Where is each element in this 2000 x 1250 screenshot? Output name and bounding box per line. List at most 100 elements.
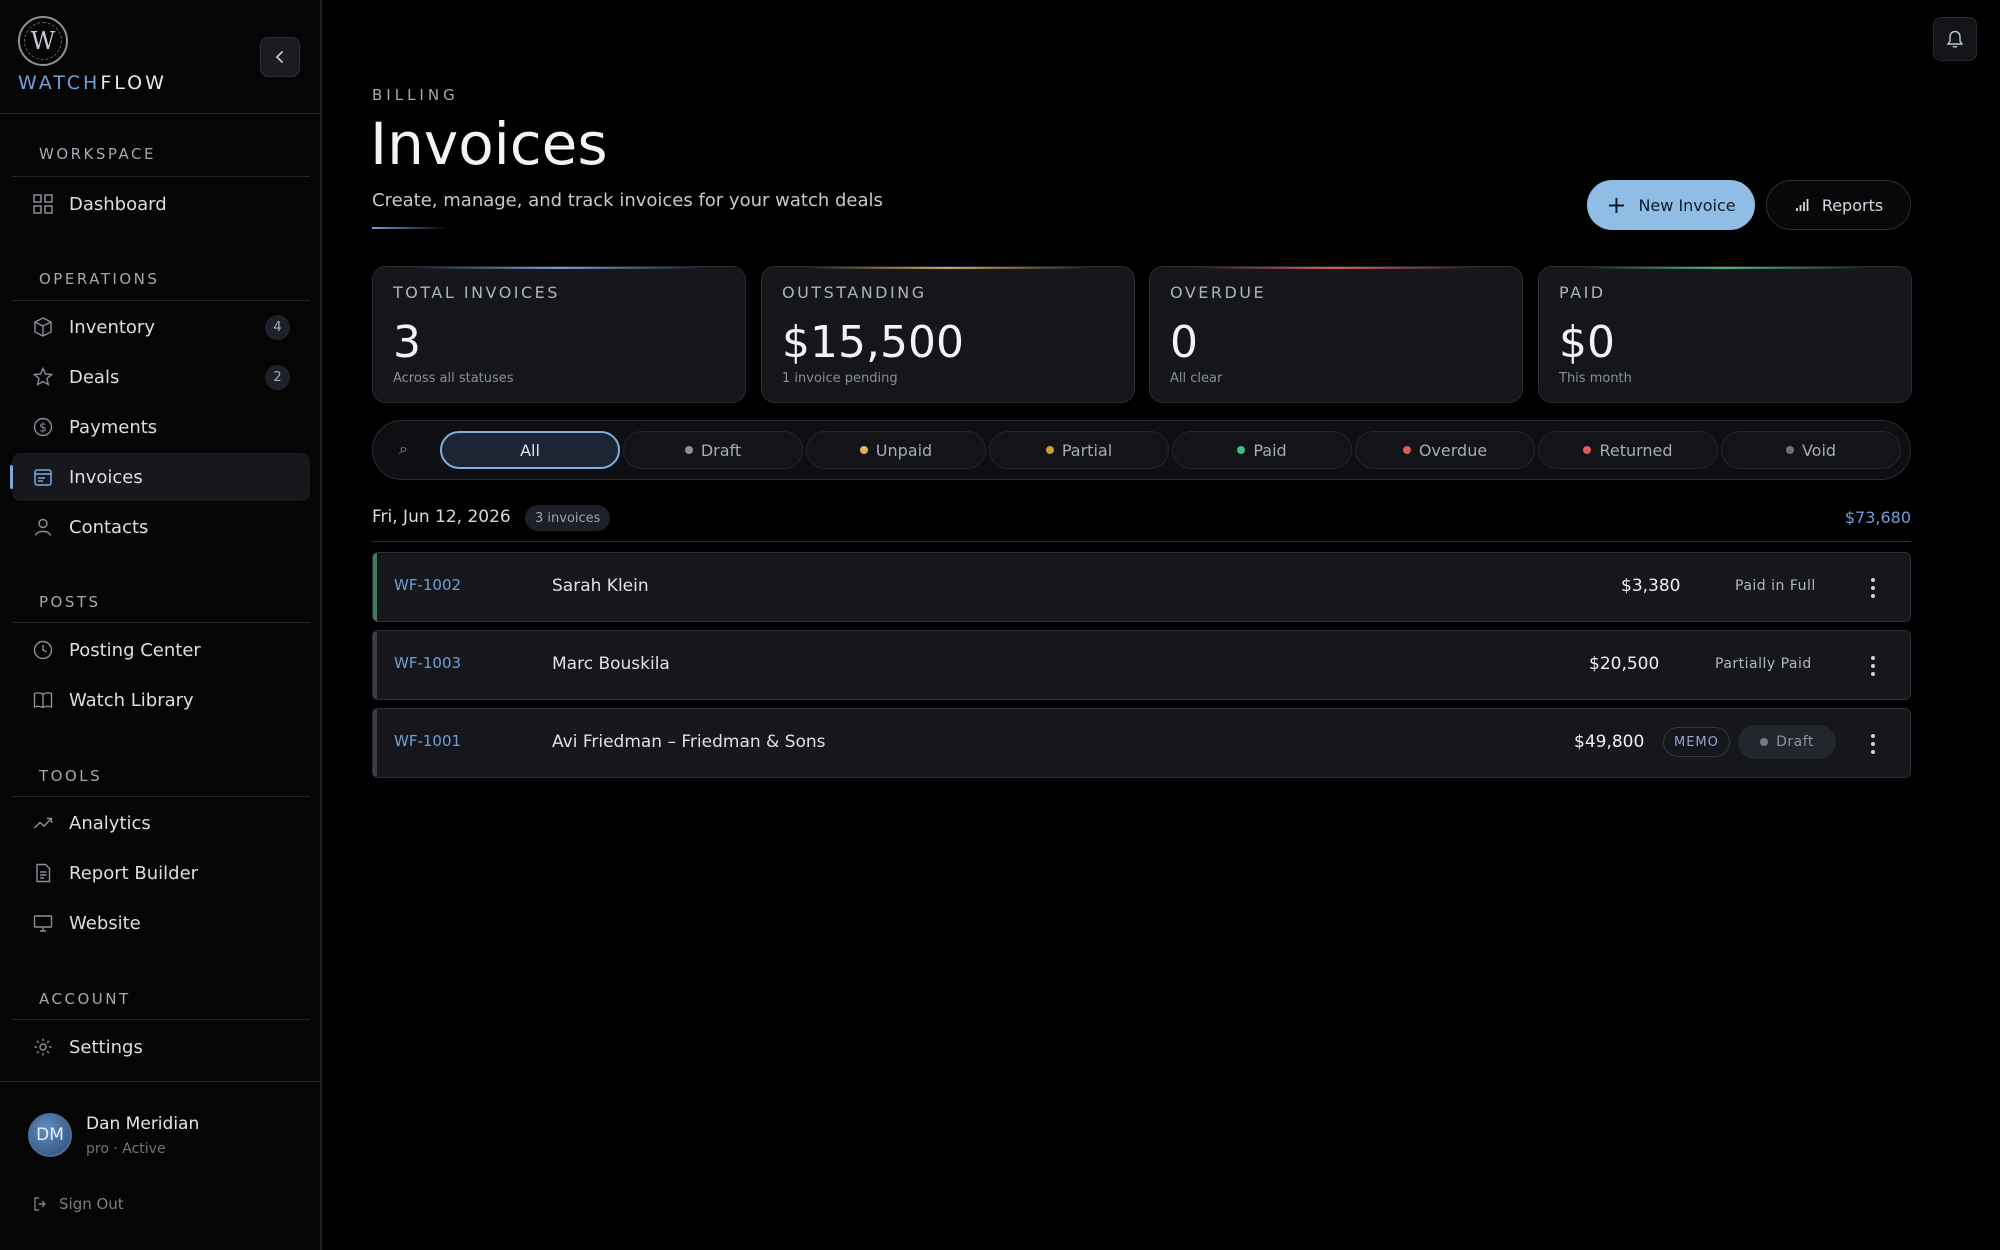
count-badge: 2 (265, 365, 290, 390)
sign-out-link[interactable]: Sign Out (33, 1195, 124, 1213)
invoice-id-link[interactable]: WF-1002 (394, 576, 461, 594)
new-invoice-button[interactable]: + New Invoice (1587, 180, 1755, 230)
filter-label: Returned (1599, 440, 1673, 460)
sidebar-item-deals[interactable]: Deals 2 (12, 353, 310, 401)
divider (12, 176, 310, 177)
section-title-tools: TOOLS (39, 767, 103, 785)
invoice-id-link[interactable]: WF-1001 (394, 732, 461, 750)
sidebar-item-label: Website (69, 912, 141, 934)
collapse-sidebar-button[interactable] (260, 37, 300, 77)
watchflow-logo: W (18, 16, 68, 66)
brand-name-part2: FLOW (100, 72, 167, 94)
stat-card-overdue: OVERDUE 0 All clear (1149, 266, 1523, 403)
stat-note: All clear (1170, 371, 1223, 386)
sidebar-item-contacts[interactable]: Contacts (12, 503, 310, 551)
sidebar-item-watch-library[interactable]: Watch Library (12, 676, 310, 724)
reports-button[interactable]: Reports (1766, 180, 1911, 230)
more-options-icon[interactable] (1863, 573, 1883, 603)
status-badge: Draft (1738, 725, 1836, 759)
page-eyebrow: BILLING (372, 86, 459, 104)
divider (12, 622, 310, 623)
sidebar-item-website[interactable]: Website (12, 899, 310, 947)
invoice-id-link[interactable]: WF-1003 (394, 654, 461, 672)
invoice-icon (32, 466, 54, 488)
invoice-row[interactable]: WF-1002 Sarah Klein $3,380 Paid in Full (372, 552, 1911, 622)
sidebar-item-dashboard[interactable]: Dashboard (12, 180, 310, 228)
section-title-operations: OPERATIONS (39, 270, 160, 288)
filter-label: Paid (1253, 440, 1287, 460)
sidebar-item-label: Dashboard (69, 193, 167, 215)
sidebar-item-payments[interactable]: $ Payments (12, 403, 310, 451)
more-options-icon[interactable] (1863, 651, 1883, 681)
brand[interactable]: W WATCHFLOW (18, 16, 167, 94)
sidebar-item-label: Deals (69, 366, 120, 388)
sidebar-item-report-builder[interactable]: Report Builder (12, 849, 310, 897)
status-dot (684, 446, 693, 454)
group-count-badge: 3 invoices (525, 505, 611, 531)
sidebar-item-inventory[interactable]: Inventory 4 (12, 303, 310, 351)
clock-icon (32, 639, 54, 661)
status-label: Draft (1776, 734, 1814, 750)
notifications-button[interactable] (1933, 17, 1977, 61)
sidebar-item-label: Payments (69, 416, 158, 438)
filter-chip-draft[interactable]: Draft (623, 431, 803, 469)
divider (12, 1019, 310, 1020)
chevron-left-icon (275, 51, 283, 63)
filter-chip-returned[interactable]: Returned (1538, 431, 1718, 469)
sidebar-item-label: Settings (69, 1036, 143, 1058)
new-invoice-label: New Invoice (1638, 195, 1736, 215)
sidebar-item-label: Analytics (69, 812, 151, 834)
filter-label: Overdue (1418, 440, 1488, 460)
logo-letter: W (30, 27, 56, 55)
status-label: Paid in Full (1735, 578, 1816, 594)
page-title: Invoices (370, 110, 608, 178)
sidebar: W WATCHFLOW WORKSPACE Dashboard OPERATIO… (0, 0, 322, 1250)
stat-value: $15,500 (782, 317, 964, 368)
filter-label: Draft (700, 440, 742, 460)
stat-card-outstanding: OUTSTANDING $15,500 1 invoice pending (761, 266, 1135, 403)
invoice-row[interactable]: WF-1003 Marc Bouskila $20,500 Partially … (372, 630, 1911, 700)
status-filter-bar: ⌕ All Draft Unpaid Partial Paid Overdue … (372, 420, 1911, 480)
stat-label: OVERDUE (1170, 283, 1267, 302)
filter-chip-partial[interactable]: Partial (989, 431, 1169, 469)
brand-name-part1: WATCH (18, 72, 101, 94)
invoice-amount: $3,380 (1621, 576, 1681, 596)
invoice-row[interactable]: WF-1001 Avi Friedman – Friedman & Sons $… (372, 708, 1911, 778)
section-title-posts: POSTS (39, 593, 101, 611)
user-name: Dan Meridian (86, 1114, 200, 1134)
sidebar-item-settings[interactable]: Settings (12, 1023, 310, 1071)
sidebar-item-analytics[interactable]: Analytics (12, 799, 310, 847)
status-dot (1760, 738, 1769, 746)
bell-icon (1946, 30, 1964, 48)
status-dot (1785, 446, 1794, 454)
filter-label: Void (1801, 440, 1837, 460)
trend-icon (32, 812, 54, 834)
filter-chip-unpaid[interactable]: Unpaid (806, 431, 986, 469)
title-underline (372, 227, 448, 229)
person-icon (32, 516, 54, 538)
sidebar-item-invoices[interactable]: Invoices (10, 453, 310, 501)
filter-chip-all[interactable]: All (440, 431, 620, 469)
sidebar-item-label: Watch Library (69, 689, 194, 711)
invoice-amount: $20,500 (1589, 654, 1660, 674)
sidebar-item-label: Report Builder (69, 862, 199, 884)
gear-icon (32, 1036, 54, 1058)
divider (372, 541, 1911, 542)
sidebar-item-label: Posting Center (69, 639, 201, 661)
stat-note: Across all statuses (393, 371, 514, 386)
invoice-amount: $49,800 (1574, 732, 1645, 752)
sidebar-item-posting-center[interactable]: Posting Center (12, 626, 310, 674)
more-options-icon[interactable] (1863, 729, 1883, 759)
count-badge: 4 (265, 315, 290, 340)
filter-chip-paid[interactable]: Paid (1172, 431, 1352, 469)
filter-label: Unpaid (875, 440, 933, 460)
brand-name: WATCHFLOW (18, 72, 167, 94)
filter-chip-void[interactable]: Void (1721, 431, 1901, 469)
status-dot (859, 446, 868, 454)
search-icon[interactable]: ⌕ (399, 439, 408, 459)
client-name: Avi Friedman – Friedman & Sons (552, 732, 826, 752)
filter-chip-overdue[interactable]: Overdue (1355, 431, 1535, 469)
reports-label: Reports (1821, 195, 1884, 215)
monitor-icon (32, 912, 54, 934)
avatar[interactable]: DM (28, 1113, 72, 1157)
